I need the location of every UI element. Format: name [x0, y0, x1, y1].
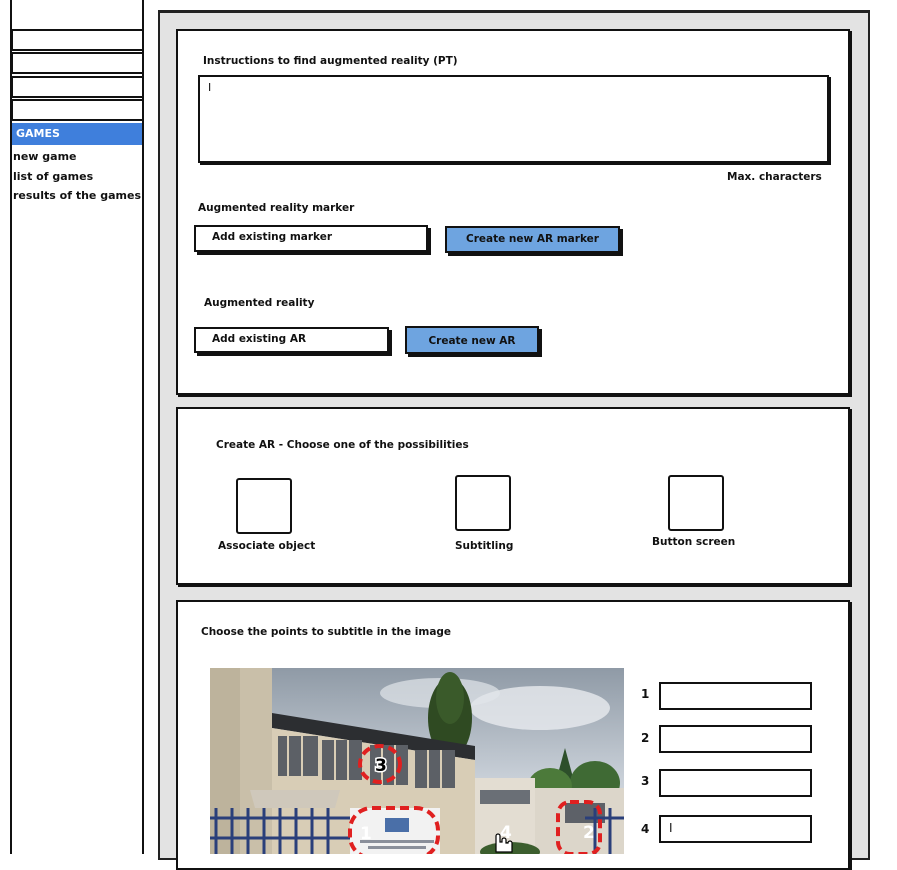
sidebar-link-new-game[interactable]: new game: [13, 150, 77, 163]
point-number-1: 1: [641, 687, 650, 701]
create-ar-title: Create AR - Choose one of the possibilit…: [216, 439, 469, 451]
button-screen-option[interactable]: [668, 475, 724, 531]
associate-object-label: Associate object: [218, 540, 316, 552]
subtitle-points-title: Choose the points to subtitle in the ima…: [201, 626, 452, 638]
point-number-4: 4: [641, 822, 650, 836]
marker-number-2: 2: [583, 823, 595, 843]
create-new-ar-button[interactable]: Create new AR: [405, 326, 539, 354]
point-3-input[interactable]: [659, 769, 812, 797]
instructions-label: Instructions to find augmented reality (…: [203, 55, 458, 67]
point-2-input[interactable]: [659, 725, 812, 753]
sidebar-link-list-of-games[interactable]: list of games: [13, 170, 93, 183]
sidebar-slot[interactable]: [11, 76, 142, 98]
point-number-2: 2: [641, 731, 650, 745]
add-existing-ar-button[interactable]: Add existing AR: [194, 327, 389, 353]
point-4-input[interactable]: I: [659, 815, 812, 843]
point-1-input[interactable]: [659, 682, 812, 710]
ar-marker-label: Augmented reality marker: [198, 202, 355, 214]
sidebar-section-games[interactable]: GAMES: [12, 123, 142, 145]
ar-label: Augmented reality: [204, 297, 315, 309]
sidebar-slot[interactable]: [11, 99, 142, 121]
sidebar-link-results-of-the-games[interactable]: results of the games: [13, 189, 141, 202]
marker-number-1: 1: [360, 824, 372, 844]
sidebar-slot[interactable]: [11, 52, 142, 74]
marker-number-3: 3: [375, 756, 387, 776]
subtitling-label: Subtitling: [455, 540, 514, 552]
subtitling-option[interactable]: [455, 475, 511, 531]
add-existing-marker-button[interactable]: Add existing marker: [194, 225, 428, 252]
sidebar-slot[interactable]: [11, 29, 142, 51]
max-characters-label: Max. characters: [727, 171, 822, 183]
button-screen-label: Button screen: [652, 536, 736, 548]
campus-photo[interactable]: 3 1 2 4: [210, 668, 624, 854]
sidebar-right-border: [142, 0, 144, 854]
point-number-3: 3: [641, 774, 650, 788]
create-new-ar-marker-button[interactable]: Create new AR marker: [445, 226, 620, 253]
instructions-textarea[interactable]: I: [198, 75, 829, 163]
associate-object-option[interactable]: [236, 478, 292, 534]
